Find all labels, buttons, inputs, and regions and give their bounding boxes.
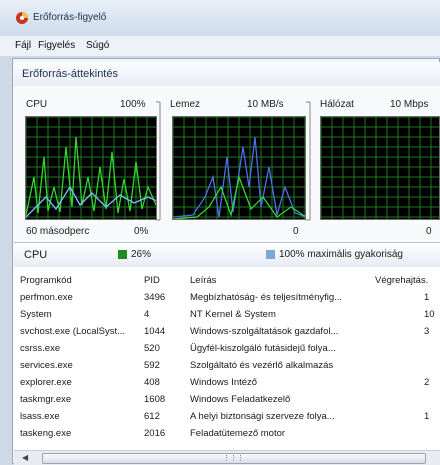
cpu-frequency-value: 100% maximális gyakoriság [279, 249, 403, 260]
column-header-pid[interactable]: PID [144, 275, 160, 286]
process-description: Feladatütemező motor [190, 428, 286, 439]
table-row[interactable]: System 4 NT Kernel & System 10 [14, 309, 440, 323]
table-row[interactable]: svchost.exe (LocalSyst... 1044 Windows-szo… [14, 326, 440, 340]
column-header-image[interactable]: Programkód [20, 275, 72, 286]
process-description: Szolgáltató és vezérlő alkalmazás [190, 360, 334, 371]
scroll-grip-icon: ⋮⋮⋮ [223, 455, 244, 462]
menu-monitor[interactable]: Figyelés [38, 40, 75, 51]
window-titlebar: Erőforrás-figyelő [0, 0, 440, 36]
cpu-section-header[interactable]: CPU 26% 100% maximális gyakoriság [14, 242, 440, 268]
process-pid: 1044 [144, 326, 166, 337]
scrollbar-thumb[interactable]: ⋮⋮⋮ [42, 453, 426, 464]
process-name: taskmgr.exe [20, 394, 72, 405]
cpu-graph-min: 0% [134, 226, 149, 237]
cpu-usage-value: 26% [131, 249, 152, 260]
network-graph-plot [321, 117, 439, 219]
process-pid: 592 [144, 360, 160, 371]
scroll-left-icon[interactable]: ◀ [22, 453, 28, 462]
process-name: perfmon.exe [20, 292, 73, 303]
network-graph-max: 10 Mbps [390, 99, 429, 110]
process-description: NT Kernel & System [190, 309, 276, 320]
process-threads: 10 [424, 309, 435, 320]
column-header-threads[interactable]: Végrehajtás. [375, 275, 428, 286]
menu-help[interactable]: Súgó [86, 40, 109, 51]
column-header-description[interactable]: Leírás [190, 275, 216, 286]
process-name: services.exe [20, 360, 73, 371]
cpu-usage-swatch [118, 250, 127, 259]
network-graph-label: Hálózat [320, 99, 354, 110]
process-description: Ügyfél-kiszolgáló futásidejű folya... [190, 343, 336, 354]
process-pid: 1608 [144, 394, 166, 405]
cpu-graph-label: CPU [26, 99, 48, 110]
process-threads: 1 [424, 292, 430, 303]
cpu-graph-footer: 60 másodperc [26, 226, 90, 237]
cpu-section-title: CPU [24, 249, 48, 261]
process-threads: 1 [424, 411, 430, 422]
menu-file[interactable]: Fájl [15, 40, 31, 51]
process-description: Windows Feladatkezelő [190, 394, 291, 405]
overview-title: Erőforrás-áttekintés [22, 68, 118, 80]
process-table: Programkód PID Leírás Végrehajtás. perfm… [14, 267, 440, 450]
process-pid: 520 [144, 343, 160, 354]
table-row[interactable]: perfmon.exe 3496 Megbízhatóság- és teljesí… [14, 292, 440, 306]
table-row[interactable]: csrss.exe 520 Ügyfél-kiszolgáló futásidejű… [14, 343, 440, 357]
process-pid: 408 [144, 377, 160, 388]
menu-bar: Fájl Figyelés Súgó [0, 36, 440, 56]
process-name: explorer.exe [20, 377, 72, 388]
process-threads: 3 [424, 326, 430, 337]
process-pid: 2016 [144, 428, 166, 439]
table-row[interactable]: explorer.exe 408 Windows Intéző 2 [14, 377, 440, 391]
cpu-graph-max: 100% [120, 99, 146, 110]
cpu-graph [25, 116, 157, 220]
cpu-graph-ticks [156, 101, 161, 221]
horizontal-scrollbar[interactable]: ◀ ⋮⋮⋮ [14, 450, 440, 465]
table-row[interactable]: services.exe 592 Szolgáltató és vezérlő al… [14, 360, 440, 374]
process-name: csrss.exe [20, 343, 61, 354]
disk-graph-label: Lemez [170, 99, 201, 110]
disk-graph-ticks [306, 101, 311, 221]
process-name: System [20, 309, 52, 320]
process-name: lsass.exe [20, 411, 60, 422]
process-pid: 612 [144, 411, 160, 422]
process-threads: 2 [424, 377, 430, 388]
disk-graph-min: 0 [293, 226, 299, 237]
window-title: Erőforrás-figyelő [33, 12, 107, 23]
process-description: Windows-szolgáltatások gazdafol... [190, 326, 339, 337]
process-pid: 4 [144, 309, 150, 320]
process-pid: 3496 [144, 292, 166, 303]
cpu-graph-plot [26, 117, 156, 219]
process-description: Windows Intéző [190, 377, 258, 388]
overview-header[interactable]: Erőforrás-áttekintés [14, 62, 440, 87]
resource-monitor-icon [16, 12, 28, 24]
process-name: taskeng.exe [20, 428, 72, 439]
network-graph [320, 116, 440, 220]
process-description: A helyi biztonsági szerveze folya... [190, 411, 335, 422]
table-row[interactable]: taskeng.exe 2016 Feladatütemező motor [14, 428, 440, 442]
disk-graph-plot [173, 117, 305, 219]
process-name: svchost.exe (LocalSyst... [20, 326, 126, 337]
table-row[interactable]: taskmgr.exe 1608 Windows Feladatkezelő [14, 394, 440, 408]
table-row[interactable]: lsass.exe 612 A helyi biztonsági szerveze … [14, 411, 440, 425]
disk-graph-max: 10 MB/s [247, 99, 284, 110]
disk-graph [172, 116, 306, 220]
process-description: Megbízhatóság- és teljesítményfig... [190, 292, 343, 303]
cpu-frequency-swatch [266, 250, 275, 259]
network-graph-min: 0 [426, 226, 432, 237]
